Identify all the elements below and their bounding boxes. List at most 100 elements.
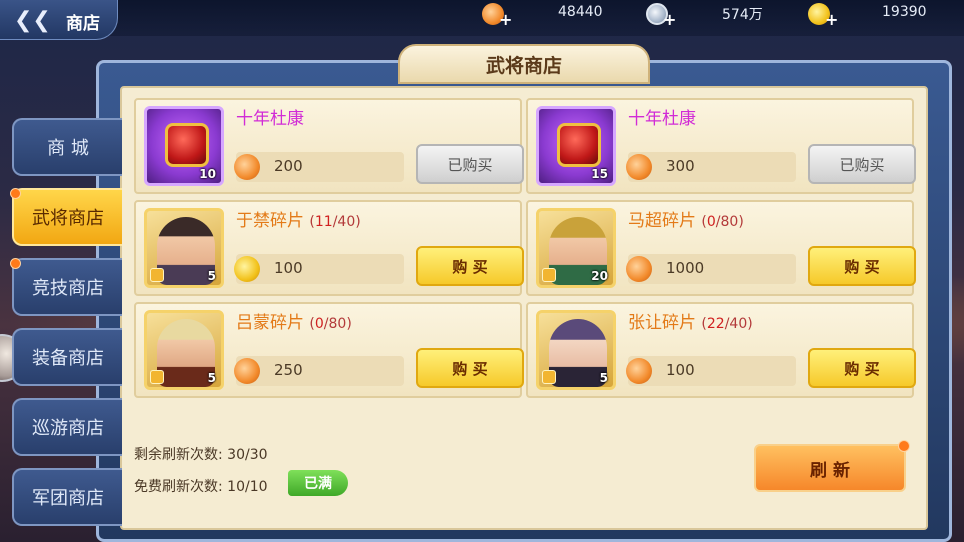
tab-general-shop[interactable]: 武将商店 [10,188,122,246]
price-bar: 250 [234,356,404,386]
item-portrait: 10 [144,106,224,186]
jade-icon [234,358,260,384]
puzzle-piece-icon [150,268,164,282]
progress-total: 40 [337,214,356,230]
item-count: 5 [207,371,216,385]
hero-portrait: 5 [144,208,224,288]
back-button[interactable]: ❮❮ 商店 [0,0,118,40]
progress-current: 22 [706,316,725,332]
progress-current: 11 [314,214,333,230]
tab-tour-shop[interactable]: 巡游商店 [12,398,122,456]
buy-button[interactable]: 购 买 [808,246,916,286]
buy-button[interactable]: 购 买 [416,348,524,388]
hero-portrait: 5 [536,310,616,390]
item-name: 十年杜康 [236,109,304,129]
add-jade-button[interactable]: + [499,10,512,29]
progress-current: 0 [706,214,716,230]
shop-item: 5 于禁碎片 (11/40) 100 购 买 [134,200,524,296]
jade-icon [234,154,260,180]
shop-item: 5 张让碎片 (22/40) 100 购 买 [526,302,916,398]
progress-total: 80 [720,214,739,230]
hero-face-icon [157,319,215,387]
item-price: 200 [274,157,303,175]
tab-equipment-shop[interactable]: 装备商店 [12,328,122,386]
button-label: 购 买 [452,359,488,378]
price-bar: 1000 [626,254,796,284]
button-label: 购 买 [844,257,880,276]
price-bar: 300 [626,152,796,182]
price-bar: 100 [234,254,404,284]
notification-dot [10,188,21,199]
item-price: 300 [666,157,695,175]
shop-item: 15 十年杜康 300 已购买 [526,98,916,194]
panel-title-text: 武将商店 [485,54,562,77]
buy-button[interactable]: 购 买 [416,246,524,286]
hero-face-icon [549,319,607,387]
progress-total: 80 [328,316,347,332]
item-count: 5 [207,269,216,283]
gold-amount: 19390 [882,4,927,20]
jade-icon [626,256,652,282]
purchased-button[interactable]: 已购买 [416,144,524,184]
item-price: 1000 [666,259,705,277]
back-arrow-icon: ❮❮ [14,8,51,33]
item-price: 250 [274,361,303,379]
jade-amount: 48440 [558,4,603,20]
add-gold-button[interactable]: + [825,10,838,29]
tab-label: 巡游商店 [32,418,104,439]
notification-dot [10,258,21,269]
puzzle-piece-icon [542,370,556,384]
item-count: 15 [591,167,608,181]
tab-label: 装备商店 [32,348,104,369]
shop-item: 10 十年杜康 200 已购买 [134,98,524,194]
free-refresh-count: 免费刷新次数: 10/10 [134,479,268,495]
jade-icon [626,154,652,180]
price-bar: 100 [626,356,796,386]
resource-jade: + 48440 [482,0,632,29]
page-title: 商店 [66,14,100,34]
item-name: 于禁碎片 (11/40) [236,211,361,231]
silver-amount: 574万 [722,7,763,23]
progress-total: 40 [729,316,748,332]
button-label: 已购买 [839,155,885,174]
tab-mall[interactable]: 商 城 [12,118,122,176]
notification-dot [898,440,910,452]
resource-gold: + 19390 [808,0,958,29]
item-price: 100 [666,361,695,379]
add-silver-button[interactable]: + [663,10,676,29]
button-label: 购 买 [452,257,488,276]
item-price: 100 [274,259,303,277]
hero-portrait: 5 [144,310,224,390]
button-label: 购 买 [844,359,880,378]
item-count: 10 [199,167,216,181]
puzzle-piece-icon [150,370,164,384]
item-count: 5 [599,371,608,385]
button-label: 已购买 [447,155,493,174]
item-name: 马超碎片 (0/80) [628,211,744,231]
price-bar: 200 [234,152,404,182]
status-badge: 已满 [288,470,348,496]
shop-item: 20 马超碎片 (0/80) 1000 购 买 [526,200,916,296]
resource-silver: + 574万 [646,0,796,29]
buy-button[interactable]: 购 买 [808,348,916,388]
item-name: 张让碎片 (22/40) [628,313,753,333]
tab-legion-shop[interactable]: 军团商店 [12,468,122,526]
tab-label: 军团商店 [32,488,104,509]
tab-label: 商 城 [47,138,89,159]
item-name: 十年杜康 [628,109,696,129]
hero-portrait: 20 [536,208,616,288]
wine-jar-icon [165,123,209,167]
panel-title: 武将商店 [398,44,650,84]
refresh-button[interactable]: 刷 新 [754,440,910,492]
item-count: 20 [591,269,608,283]
gold-ingot-icon [234,256,260,282]
tab-label: 武将商店 [32,208,104,229]
purchased-button[interactable]: 已购买 [808,144,916,184]
tab-arena-shop[interactable]: 竞技商店 [10,258,122,316]
remaining-refresh-count: 剩余刷新次数: 30/30 [134,447,268,463]
item-name: 吕蒙碎片 (0/80) [236,313,352,333]
button-label: 刷 新 [810,460,850,481]
item-portrait: 15 [536,106,616,186]
tab-label: 竞技商店 [32,278,104,299]
jade-icon [626,358,652,384]
